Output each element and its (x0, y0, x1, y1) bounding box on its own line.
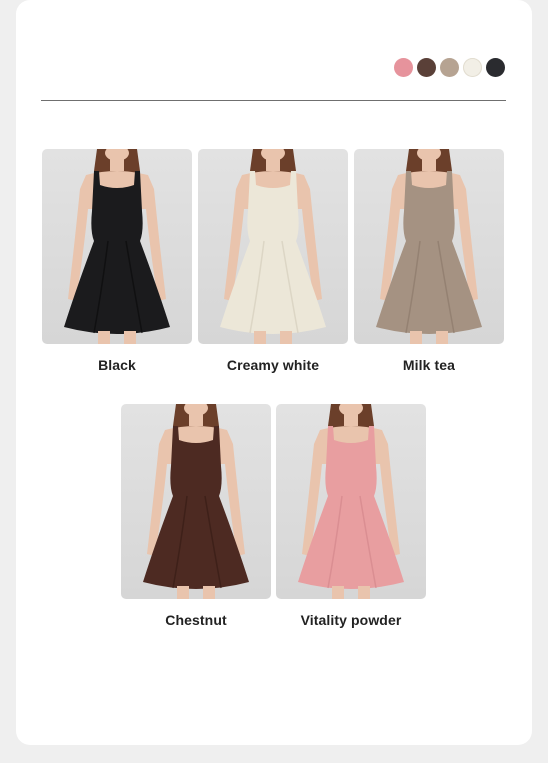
leg (436, 331, 448, 344)
black-swatch[interactable] (486, 58, 505, 77)
product-photo (276, 404, 426, 599)
leg (203, 586, 215, 599)
taupe-swatch[interactable] (440, 58, 459, 77)
model-illustration (64, 149, 170, 344)
leg (358, 586, 370, 599)
product-photo (121, 404, 271, 599)
color-label: Black (98, 357, 136, 373)
color-label: Vitality powder (300, 612, 402, 628)
leg (254, 331, 266, 344)
product-creamy-white[interactable]: Creamy white (198, 149, 348, 373)
color-label: Milk tea (402, 357, 456, 373)
leg (332, 586, 344, 599)
cream-swatch[interactable] (463, 58, 482, 77)
pink-swatch[interactable] (394, 58, 413, 77)
model-illustration (376, 149, 482, 344)
product-photo (354, 149, 504, 344)
product-photo (42, 149, 192, 344)
leg (280, 331, 292, 344)
model-illustration (220, 149, 326, 344)
leg (98, 331, 110, 344)
product-milk-tea[interactable]: Milk tea (354, 149, 504, 373)
product-black[interactable]: Black (42, 149, 192, 373)
color-label: Chestnut (165, 612, 227, 628)
model-illustration (298, 404, 404, 599)
divider (41, 100, 506, 101)
color-label: Creamy white (226, 357, 320, 373)
leg (177, 586, 189, 599)
leg (124, 331, 136, 344)
model-illustration (143, 404, 249, 599)
product-photo (198, 149, 348, 344)
brown-swatch[interactable] (417, 58, 436, 77)
product-vitality-powder[interactable]: Vitality powder (276, 404, 426, 628)
product-chestnut[interactable]: Chestnut (121, 404, 271, 628)
color-swatch-row (394, 58, 505, 77)
leg (410, 331, 422, 344)
